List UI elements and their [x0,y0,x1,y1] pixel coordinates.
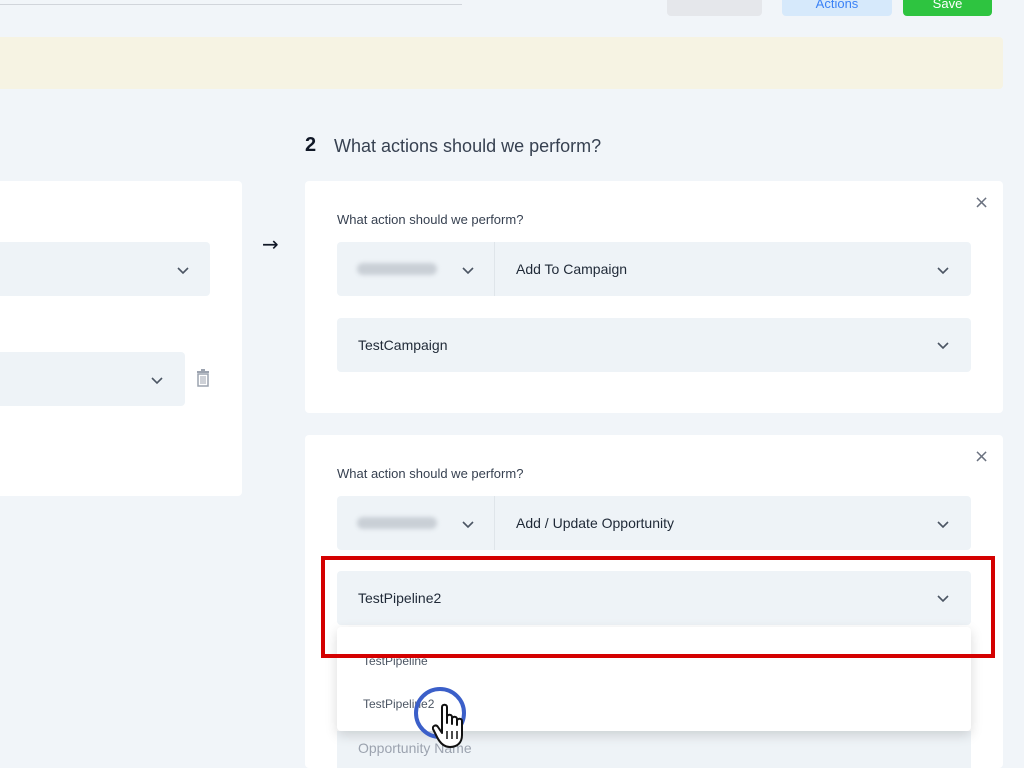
action-type-select[interactable]: Add / Update Opportunity [495,496,971,550]
save-button-label: Save [932,0,963,11]
action-select[interactable]: Add To Campaign [337,242,971,296]
app-select[interactable] [337,242,495,296]
trigger-card [0,181,242,496]
action-type-select[interactable]: Add To Campaign [495,242,971,296]
step-number: 2 [305,134,317,156]
step-title: What actions should we perform? [334,136,602,156]
campaign-value: TestCampaign [358,337,448,353]
top-divider [0,4,462,5]
close-icon[interactable]: × [974,194,989,212]
action-value: Add / Update Opportunity [516,515,674,531]
trash-icon[interactable] [195,369,211,387]
chevron-down-icon [936,517,950,531]
save-button[interactable]: Save [903,0,992,16]
arrow-right-icon: → [262,232,279,256]
close-icon[interactable]: × [974,448,989,466]
campaign-select[interactable]: TestCampaign [337,318,971,372]
hand-pointer-icon [431,703,472,749]
chevron-down-icon [936,338,950,352]
app-select[interactable] [337,496,495,550]
chevron-down-icon [461,517,475,531]
action-select[interactable]: Add / Update Opportunity [337,496,971,550]
action-label: What action should we perform? [337,466,524,481]
action-card: × What action should we perform? Add To … [305,181,1003,413]
action-value: Add To Campaign [516,261,628,277]
actions-button[interactable]: Actions [782,0,892,16]
chevron-down-icon [936,263,950,277]
blurred-app-name [357,517,437,529]
actions-button-label: Actions [815,0,859,11]
chevron-down-icon [150,373,164,387]
blurred-app-name [357,263,437,275]
info-banner [0,37,1003,89]
chevron-down-icon [176,263,190,277]
highlight-box [321,556,995,658]
action-label: What action should we perform? [337,212,524,227]
cancel-button[interactable] [667,0,762,16]
chevron-down-icon [461,263,475,277]
